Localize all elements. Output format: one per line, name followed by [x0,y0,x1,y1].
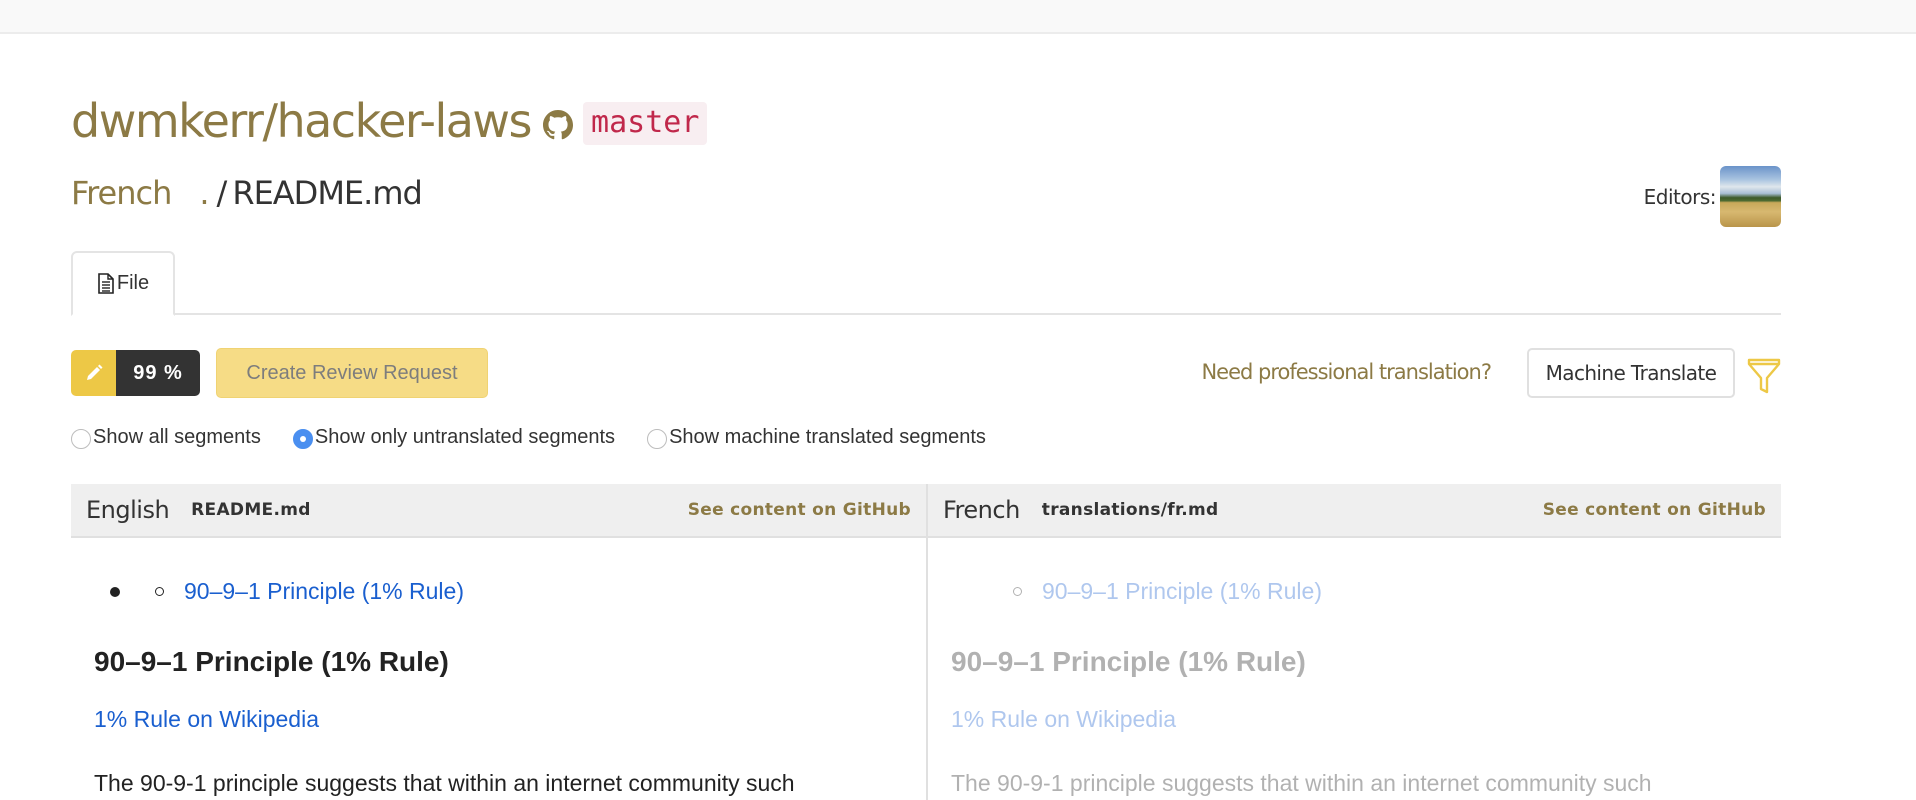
language-label: French [71,174,172,212]
section-heading[interactable]: 90–9–1 Principle (1% Rule) [951,646,1306,678]
radio-show-all[interactable]: Show all segments [71,426,261,449]
github-icon[interactable] [543,110,574,140]
edit-progress-button[interactable] [71,350,116,396]
editors-label: Editors: [1643,184,1717,209]
breadcrumb: French . / README.md [71,174,423,212]
target-file: translations/fr.md [1041,500,1219,520]
radio-button[interactable] [647,428,668,449]
editors: Editors: [1644,166,1781,227]
create-review-request-button[interactable]: Create Review Request [216,348,488,398]
translation-panes: English README.md See content on GitHub … [71,484,1781,800]
list-item: 90–9–1 Principle (1% Rule) [94,578,464,605]
filter-icon[interactable] [1747,358,1781,394]
toolbar: 99 % Create Review Request Need professi… [71,348,1781,400]
wikipedia-link[interactable]: 1% Rule on Wikipedia [94,706,319,733]
section-heading[interactable]: 90–9–1 Principle (1% Rule) [94,646,449,678]
radio-button[interactable] [71,428,91,449]
radio-show-untranslated[interactable]: Show only untranslated segments [292,426,616,449]
radio-show-machine-translated[interactable]: Show machine translated segments [647,426,986,449]
branch-badge: master [583,101,708,145]
source-file: README.md [191,500,311,520]
tab-file-label: File [116,272,150,294]
radio-label: Show only untranslated segments [314,426,616,448]
tab-bar: File [71,251,1781,316]
file-icon [98,272,114,294]
bullet-hollow-icon [155,587,164,596]
target-pane-header: French translations/fr.md See content on… [928,484,1781,538]
source-language: English [86,496,170,524]
paragraph[interactable]: The 90-9-1 principle suggests that withi… [94,770,795,797]
radio-button-checked[interactable] [292,428,313,449]
list-item: 90–9–1 Principle (1% Rule) [951,578,1322,605]
tab-file[interactable]: File [71,251,175,316]
toc-link[interactable]: 90–9–1 Principle (1% Rule) [184,578,464,605]
radio-label: Show machine translated segments [669,426,986,448]
breadcrumb-filename: README.md [232,174,422,212]
professional-translation-link[interactable]: Need professional translation? [1201,360,1492,384]
breadcrumb-root[interactable]: . [199,174,209,212]
paragraph[interactable]: The 90-9-1 principle suggests that withi… [951,770,1652,797]
bullet-icon [110,586,120,597]
translation-progress: 99 % [71,350,200,396]
segment-filter: Show all segments Show only untranslated… [71,426,1018,449]
target-language: French [943,496,1020,524]
bullet-hollow-icon [1013,587,1022,596]
pencil-icon [86,364,102,380]
repo-title[interactable]: dwmkerr/hacker-laws [71,94,533,148]
wikipedia-link[interactable]: 1% Rule on Wikipedia [951,706,1176,733]
machine-translate-button[interactable]: Machine Translate [1527,348,1735,398]
target-github-link[interactable]: See content on GitHub [1543,500,1766,520]
progress-value: 99 % [116,350,200,396]
source-pane-header: English README.md See content on GitHub [71,484,926,538]
editor-avatar[interactable] [1720,166,1781,227]
radio-label: Show all segments [93,426,261,448]
breadcrumb-separator: / [216,174,228,212]
top-bar [0,0,1916,34]
repo-header: dwmkerr/hacker-laws master [71,94,708,148]
source-github-link[interactable]: See content on GitHub [688,500,911,520]
toc-link[interactable]: 90–9–1 Principle (1% Rule) [1042,578,1322,605]
